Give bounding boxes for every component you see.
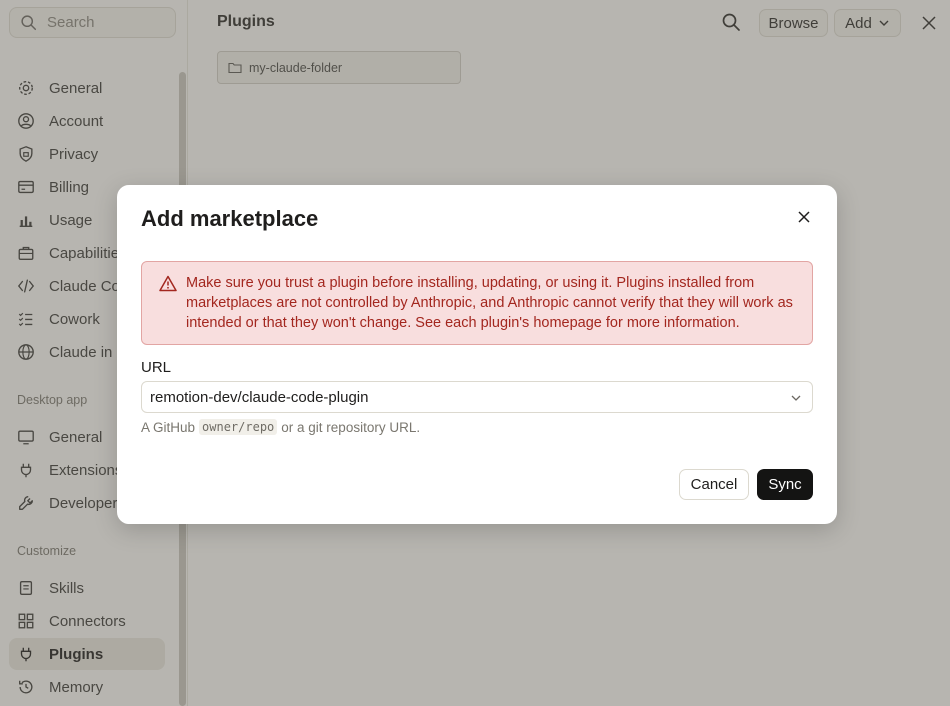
cancel-label: Cancel — [690, 476, 738, 493]
url-hint: A GitHub owner/repo or a git repository … — [141, 419, 420, 435]
hint-code: owner/repo — [199, 419, 278, 435]
dialog-title: Add marketplace — [141, 206, 319, 231]
cancel-button[interactable]: Cancel — [679, 469, 749, 500]
chevron-down-icon[interactable] — [790, 392, 802, 404]
warning-alert: Make sure you trust a plugin before inst… — [141, 261, 813, 345]
sync-button[interactable]: Sync — [757, 469, 813, 500]
warning-text: Make sure you trust a plugin before inst… — [186, 275, 793, 331]
warning-icon — [159, 275, 177, 292]
url-value: remotion-dev/claude-code-plugin — [150, 388, 369, 406]
url-label: URL — [141, 359, 172, 376]
hint-prefix: A GitHub — [141, 419, 196, 435]
sync-label: Sync — [768, 476, 802, 493]
close-icon — [798, 211, 810, 223]
add-marketplace-dialog: Add marketplace Make sure you trust a pl… — [117, 185, 837, 524]
url-input[interactable]: remotion-dev/claude-code-plugin — [141, 381, 813, 413]
hint-suffix: or a git repository URL. — [281, 419, 421, 435]
dialog-close-button[interactable] — [797, 210, 811, 229]
